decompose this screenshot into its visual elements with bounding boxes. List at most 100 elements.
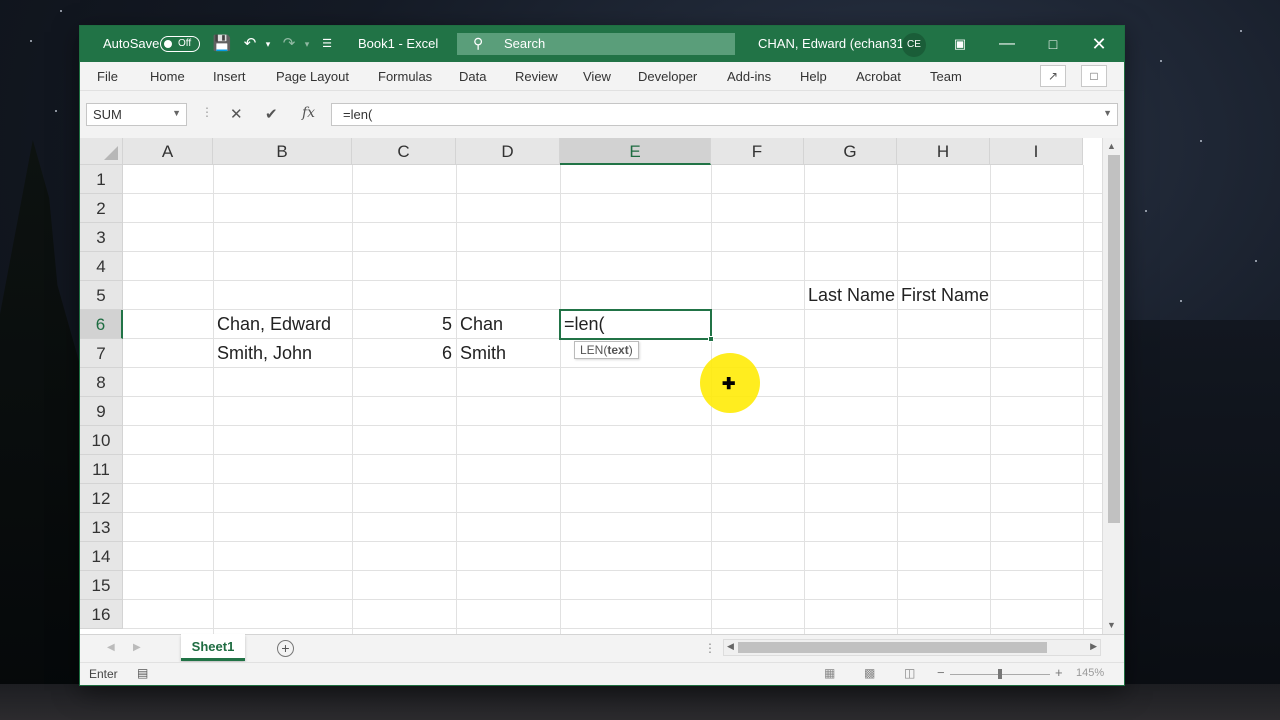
cell-b7[interactable]: Smith, John [213,339,352,368]
normal-view-icon[interactable]: ▦ [824,666,835,680]
menu-formulas[interactable]: Formulas [378,69,432,84]
column-header-a[interactable]: A [123,138,213,165]
row-header-8[interactable]: 8 [80,368,123,397]
menu-review[interactable]: Review [515,69,558,84]
worksheet-grid: A B C D E F G H I 1 2 3 4 5 6 7 8 9 10 1… [80,138,1124,634]
next-sheet-icon[interactable]: ▶ [133,642,141,653]
column-header-c[interactable]: C [352,138,456,165]
chevron-down-icon[interactable]: ▼ [172,108,181,118]
vertical-scrollbar[interactable]: ▲ ▼ [1102,138,1124,634]
page-layout-view-icon[interactable]: ▩ [864,666,875,680]
horizontal-scroll-thumb[interactable] [738,642,1047,653]
customize-toolbar-icon[interactable]: ☰ [317,34,337,54]
title-bar: AutoSave Off 💾 ↶ ▾ ↷ ▾ ☰ Book1 - Excel ⚲… [80,26,1124,62]
cell-d6[interactable]: Chan [456,310,560,339]
row-header-2[interactable]: 2 [80,194,123,223]
cell-h5[interactable]: First Name [897,281,990,310]
row-header-9[interactable]: 9 [80,397,123,426]
enter-check-icon[interactable]: ✔ [265,105,278,123]
cell-c7[interactable]: 6 [352,339,456,368]
cell-d7[interactable]: Smith [456,339,560,368]
menu-page-layout[interactable]: Page Layout [276,69,349,84]
menu-acrobat[interactable]: Acrobat [856,69,901,84]
column-header-h[interactable]: H [897,138,990,165]
add-sheet-icon[interactable]: + [277,640,294,657]
name-box-value: SUM [93,107,122,122]
ribbon-display-options-icon[interactable]: ▣ [937,26,983,62]
zoom-slider-knob[interactable] [998,669,1002,679]
tooltip-argument[interactable]: text [607,343,628,357]
fill-handle[interactable] [708,336,714,342]
row-header-12[interactable]: 12 [80,484,123,513]
column-header-f[interactable]: F [711,138,804,165]
close-icon[interactable]: ✕ [1076,26,1122,62]
zoom-out-icon[interactable]: − [937,665,945,680]
maximize-icon[interactable]: □ [1030,26,1076,62]
column-header-e[interactable]: E [560,138,711,165]
scroll-left-icon[interactable]: ◀ [727,641,734,652]
column-header-d[interactable]: D [456,138,560,165]
menu-data[interactable]: Data [459,69,486,84]
row-header-4[interactable]: 4 [80,252,123,281]
autosave-toggle[interactable]: Off [160,36,200,52]
scroll-up-icon[interactable]: ▲ [1107,141,1116,151]
select-all-button[interactable] [80,138,123,165]
comments-icon[interactable]: □ [1081,65,1107,87]
gridline [123,193,1102,194]
menu-file[interactable]: File [97,69,118,84]
formula-input[interactable]: =len( ▼ [331,103,1118,126]
search-box[interactable]: ⚲ Search [457,33,735,55]
prev-sheet-icon[interactable]: ◀ [107,642,115,653]
function-tooltip[interactable]: LEN(text) [574,341,639,359]
menu-home[interactable]: Home [150,69,185,84]
name-box[interactable]: SUM ▼ [86,103,187,126]
menu-team[interactable]: Team [930,69,962,84]
row-header-11[interactable]: 11 [80,455,123,484]
avatar[interactable]: CE [902,33,926,57]
share-icon[interactable]: ↗ [1040,65,1066,87]
menu-developer[interactable]: Developer [638,69,697,84]
undo-icon[interactable]: ↶ [240,34,260,54]
active-cell-e6[interactable]: =len( [559,309,714,342]
user-name[interactable]: CHAN, Edward (echan31) [758,36,908,51]
menu-view[interactable]: View [583,69,611,84]
scroll-right-icon[interactable]: ▶ [1090,641,1097,652]
zoom-level[interactable]: 145% [1076,667,1104,679]
tab-sheet1[interactable]: Sheet1 [181,634,245,661]
row-header-7[interactable]: 7 [80,339,123,368]
column-header-g[interactable]: G [804,138,897,165]
expand-formula-icon[interactable]: ▼ [1103,108,1112,118]
row-header-14[interactable]: 14 [80,542,123,571]
minimize-icon[interactable]: — [984,26,1030,62]
row-header-1[interactable]: 1 [80,165,123,194]
scroll-down-icon[interactable]: ▼ [1107,620,1116,630]
horizontal-scrollbar[interactable]: ◀ ▶ [723,639,1101,656]
row-header-5[interactable]: 5 [80,281,123,310]
insert-function-icon[interactable]: fx [302,105,315,121]
redo-icon[interactable]: ↷ [279,34,299,54]
accessibility-icon[interactable]: ▤ [137,666,148,680]
row-header-15[interactable]: 15 [80,571,123,600]
row-header-10[interactable]: 10 [80,426,123,455]
cell-c6[interactable]: 5 [352,310,456,339]
row-header-3[interactable]: 3 [80,223,123,252]
row-header-16[interactable]: 16 [80,600,123,629]
save-icon[interactable]: 💾 [212,34,232,54]
menu-add-ins[interactable]: Add-ins [727,69,771,84]
cell-b6[interactable]: Chan, Edward [213,310,352,339]
cancel-icon[interactable]: ✕ [230,105,243,123]
menu-insert[interactable]: Insert [213,69,246,84]
autosave-state: Off [178,38,192,49]
column-header-i[interactable]: I [990,138,1083,165]
column-header-b[interactable]: B [213,138,352,165]
page-break-view-icon[interactable]: ◫ [904,666,915,680]
redo-dropdown-icon[interactable]: ▾ [297,34,317,54]
row-header-6[interactable]: 6 [80,310,123,339]
undo-dropdown-icon[interactable]: ▾ [258,34,278,54]
row-header-13[interactable]: 13 [80,513,123,542]
menu-help[interactable]: Help [800,69,827,84]
cell-g5[interactable]: Last Name [804,281,897,310]
vertical-scroll-thumb[interactable] [1108,155,1120,523]
zoom-in-icon[interactable]: + [1055,665,1063,680]
tab-splitter-icon[interactable]: ⋮ [704,641,716,655]
